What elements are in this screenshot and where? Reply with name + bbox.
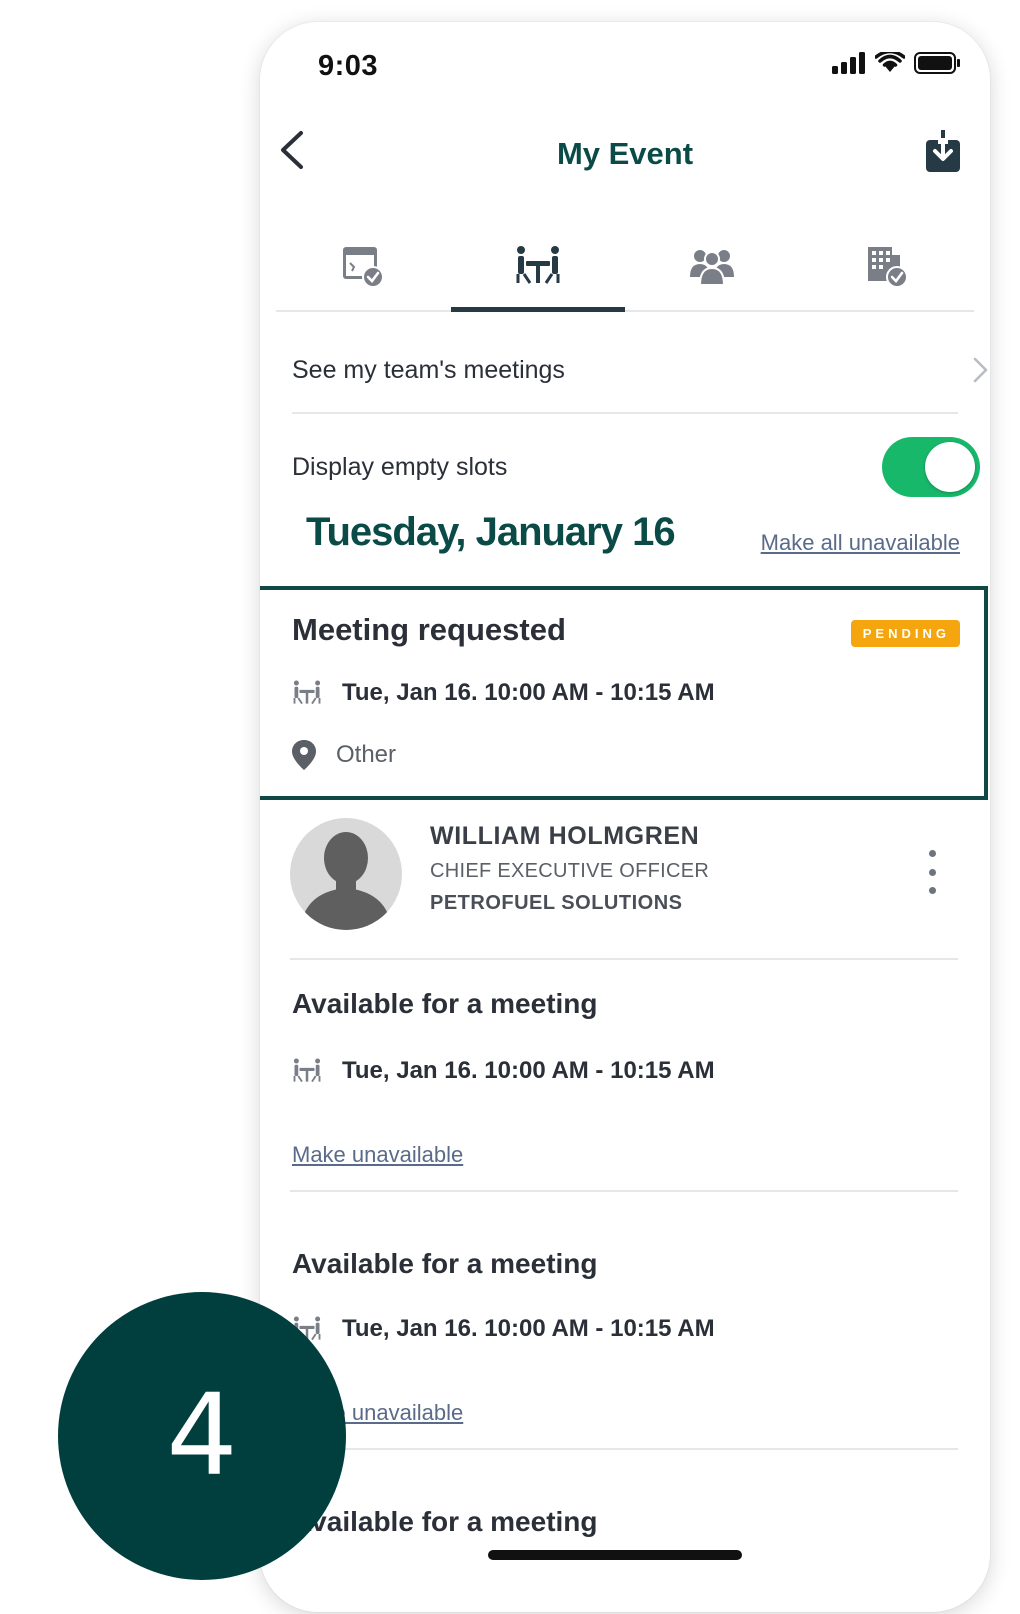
slot-title: Available for a meeting	[292, 1248, 598, 1279]
signal-icon	[832, 52, 865, 74]
meeting-request-location-row: Other	[292, 740, 396, 770]
more-dot-icon	[928, 887, 936, 894]
tab-people[interactable]	[625, 222, 800, 310]
tab-bar	[276, 222, 974, 312]
step-number-badge: 4	[58, 1292, 346, 1580]
location-pin-icon	[292, 740, 316, 770]
meeting-request-title: Meeting requested	[292, 612, 566, 647]
empty-slots-row: Display empty slots	[292, 426, 980, 508]
meeting-request-time: Tue, Jan 16. 10:00 AM - 10:15 AM	[342, 679, 715, 706]
empty-slots-toggle[interactable]	[882, 437, 980, 497]
avatar	[290, 818, 402, 930]
meeting-request-location: Other	[336, 741, 397, 768]
slot-time: Tue, Jan 16. 10:00 AM - 10:15 AM	[342, 1315, 715, 1342]
wifi-icon	[875, 52, 905, 72]
team-meetings-link[interactable]: See my team's meetings	[292, 328, 988, 414]
more-options-button[interactable]	[922, 850, 942, 894]
tab-agenda[interactable]	[276, 222, 451, 310]
calendar-check-icon	[343, 247, 385, 288]
make-all-unavailable-link[interactable]: Make all unavailable	[761, 530, 960, 556]
tab-meetings[interactable]	[450, 222, 626, 312]
building-check-icon	[867, 247, 908, 288]
battery-icon	[914, 52, 960, 74]
step-number: 4	[166, 1371, 238, 1501]
attendee-job-title: CHIEF EXECUTIVE OFFICER	[430, 860, 710, 882]
slot-title: Available for a meeting	[292, 1506, 598, 1537]
more-dot-icon	[928, 850, 936, 857]
attendee-name: WILLIAM HOLMGREN	[430, 822, 700, 850]
meeting-table-icon	[293, 1058, 321, 1083]
make-unavailable-link[interactable]: Make unavailable	[292, 1142, 463, 1168]
tab-exhibitors[interactable]	[800, 222, 975, 310]
team-meetings-label: See my team's meetings	[292, 355, 565, 384]
download-icon	[926, 130, 960, 172]
meeting-table-icon	[293, 680, 321, 705]
attendee-card[interactable]: WILLIAM HOLMGREN CHIEF EXECUTIVE OFFICER…	[290, 812, 958, 960]
status-icons	[832, 52, 962, 74]
list-item: Available for a meeting Tue, Jan 16. 10:…	[290, 1192, 958, 1450]
day-heading: Tuesday, January 16	[306, 510, 676, 554]
slot-time-row: Tue, Jan 16. 10:00 AM - 10:15 AM	[292, 1314, 715, 1344]
status-time: 9:03	[318, 50, 379, 82]
attendee-company: PETROFUEL SOLUTIONS	[430, 892, 683, 914]
list-item: Available for a meeting Tue, Jan 16. 10:…	[290, 960, 958, 1192]
slot-time: Tue, Jan 16. 10:00 AM - 10:15 AM	[342, 1057, 715, 1084]
page-title: My Event	[556, 136, 694, 171]
meeting-request-time-row: Tue, Jan 16. 10:00 AM - 10:15 AM	[292, 678, 715, 708]
slot-title: Available for a meeting	[292, 988, 598, 1019]
chevron-right-icon	[973, 357, 988, 383]
more-dot-icon	[928, 868, 936, 876]
status-badge: PENDING	[850, 620, 960, 647]
slot-time-row: Tue, Jan 16. 10:00 AM - 10:15 AM	[292, 1056, 715, 1086]
user-silhouette-icon	[300, 832, 392, 930]
people-group-icon	[690, 250, 735, 286]
phone-frame: 9:03 My Event See my team's meetings Dis…	[260, 22, 990, 1612]
home-indicator	[488, 1550, 742, 1560]
toggle-knob	[925, 442, 975, 492]
meeting-table-icon	[516, 246, 560, 284]
empty-slots-label: Display empty slots	[292, 452, 508, 481]
download-button[interactable]	[924, 130, 964, 174]
